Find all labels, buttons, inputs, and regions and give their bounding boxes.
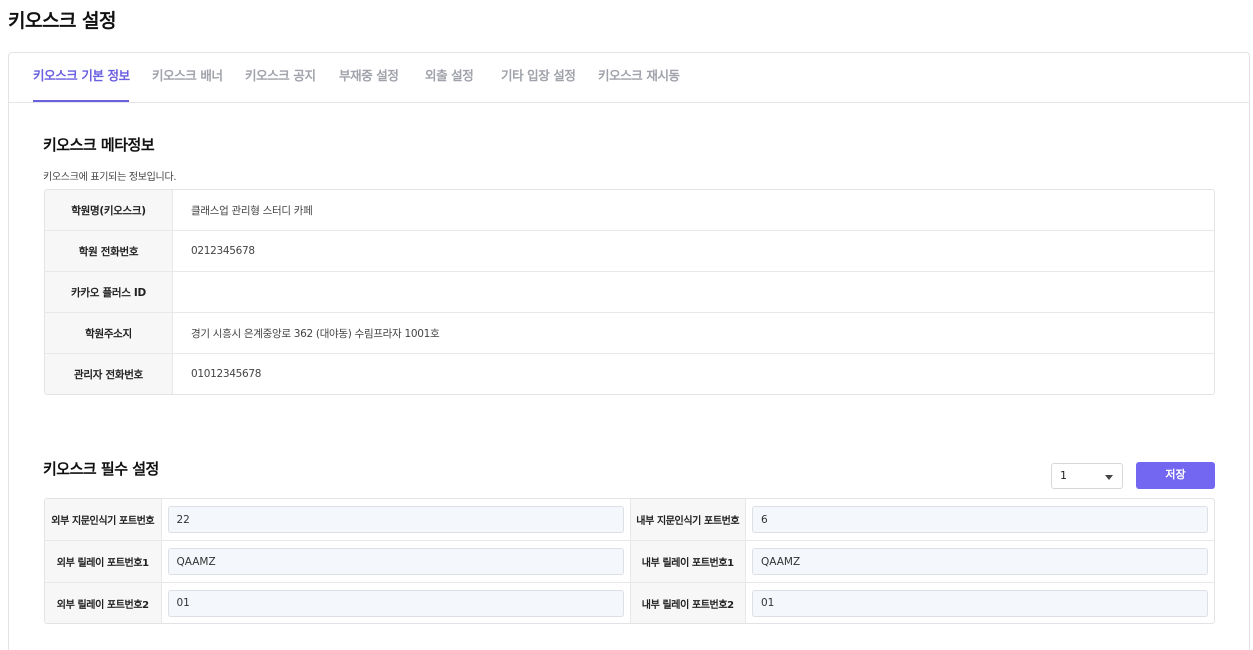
manager-phone-label: 관리자 전화번호	[45, 354, 173, 394]
external-fingerprint-port-label: 외부 지문인식기 포트번호	[45, 499, 162, 540]
tab-kiosk-basic-info[interactable]: 키오스크 기본 정보	[33, 53, 130, 102]
internal-relay-port1-label: 내부 릴레이 포트번호1	[629, 541, 746, 582]
tab-kiosk-banner[interactable]: 키오스크 배너	[152, 53, 223, 102]
settings-card: 키오스크 기본 정보 키오스크 배너 키오스크 공지 부재중 설정 외출 설정 …	[8, 52, 1250, 650]
academy-address-label: 학원주소지	[45, 313, 173, 353]
table-row: 학원주소지 경기 시흥시 은계중앙로 362 (대야동) 수림프라자 1001호	[45, 313, 1214, 354]
academy-phone-value: 0212345678	[191, 245, 255, 257]
tab-outing-settings[interactable]: 외출 설정	[425, 53, 474, 102]
tab-bar: 키오스크 기본 정보 키오스크 배너 키오스크 공지 부재중 설정 외출 설정 …	[9, 53, 1249, 103]
internal-fingerprint-port-input[interactable]	[752, 506, 1208, 533]
external-relay-port2-cell	[162, 583, 630, 623]
internal-relay-port1-cell	[746, 541, 1214, 582]
external-fingerprint-port-input[interactable]	[167, 506, 624, 533]
table-row: 외부 릴레이 포트번호1 내부 릴레이 포트번호1	[45, 541, 1214, 583]
table-row: 외부 지문인식기 포트번호 내부 지문인식기 포트번호	[45, 499, 1214, 541]
manager-phone-value: 01012345678	[191, 368, 262, 380]
tab-absence-settings[interactable]: 부재중 설정	[339, 53, 399, 102]
save-button[interactable]: 저장	[1136, 462, 1215, 489]
academy-name-value: 클래스업 관리형 스터디 카페	[191, 204, 313, 217]
tab-kiosk-notice[interactable]: 키오스크 공지	[245, 53, 316, 102]
table-row: 외부 릴레이 포트번호2 내부 릴레이 포트번호2	[45, 583, 1214, 623]
page-title: 키오스크 설정	[8, 10, 117, 32]
internal-fingerprint-port-label: 내부 지문인식기 포트번호	[629, 499, 746, 540]
meta-info-table: 학원명(키오스크) 클래스업 관리형 스터디 카페 학원 전화번호 021234…	[44, 189, 1215, 395]
external-fingerprint-port-cell	[162, 499, 630, 540]
tab-kiosk-restart[interactable]: 키오스크 재시동	[598, 53, 680, 102]
external-relay-port1-input[interactable]	[167, 548, 624, 575]
external-relay-port1-cell	[162, 541, 630, 582]
meta-section-title: 키오스크 메타정보	[43, 136, 155, 154]
caret-down-icon	[1105, 475, 1113, 480]
internal-relay-port2-label: 내부 릴레이 포트번호2	[629, 583, 746, 623]
kiosk-number-select-value: 1	[1060, 469, 1067, 482]
internal-relay-port2-input[interactable]	[752, 589, 1208, 617]
external-relay-port1-label: 외부 릴레이 포트번호1	[45, 541, 162, 582]
required-settings-table: 외부 지문인식기 포트번호 내부 지문인식기 포트번호 외부 릴레이 포트번호1…	[44, 498, 1215, 624]
academy-name-label: 학원명(키오스크)	[45, 190, 173, 230]
academy-phone-label: 학원 전화번호	[45, 231, 173, 271]
internal-relay-port2-cell	[746, 583, 1214, 623]
required-section-title: 키오스크 필수 설정	[43, 460, 159, 478]
table-row: 관리자 전화번호 01012345678	[45, 354, 1214, 394]
meta-section-description: 키오스크에 표기되는 정보입니다.	[43, 172, 177, 183]
tab-other-entry-settings[interactable]: 기타 입장 설정	[501, 53, 576, 102]
kakao-plus-id-label: 카카오 플러스 ID	[45, 272, 173, 312]
academy-address-value: 경기 시흥시 은계중앙로 362 (대야동) 수림프라자 1001호	[191, 327, 440, 340]
table-row: 학원명(키오스크) 클래스업 관리형 스터디 카페	[45, 190, 1214, 231]
table-row: 카카오 플러스 ID	[45, 272, 1214, 313]
kiosk-number-select[interactable]: 1	[1051, 463, 1123, 489]
internal-fingerprint-port-cell	[746, 499, 1214, 540]
external-relay-port2-input[interactable]	[167, 589, 624, 617]
table-row: 학원 전화번호 0212345678	[45, 231, 1214, 272]
external-relay-port2-label: 외부 릴레이 포트번호2	[45, 583, 162, 623]
kakao-plus-id-value	[173, 272, 1214, 312]
internal-relay-port1-input[interactable]	[752, 548, 1208, 575]
